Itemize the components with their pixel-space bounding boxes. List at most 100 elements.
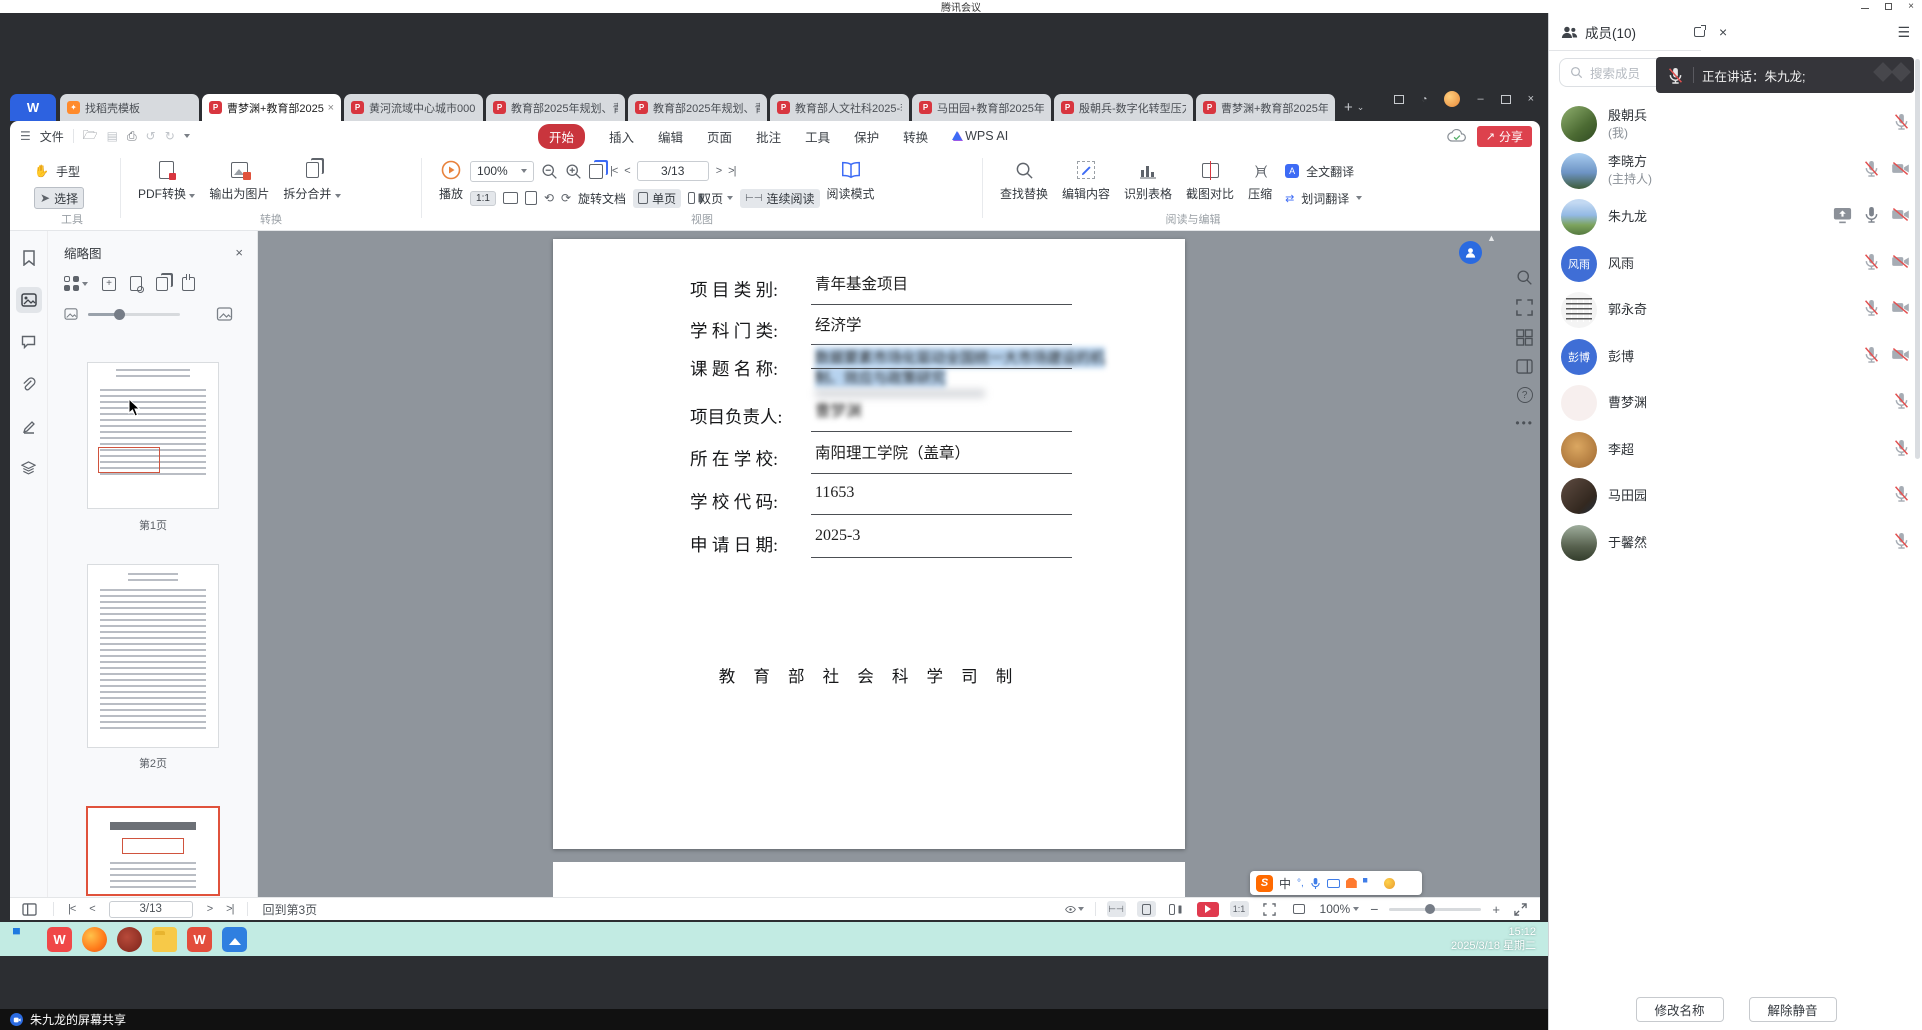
- menu-item-编辑[interactable]: 编辑: [658, 127, 683, 146]
- thumb-view-mode-icon[interactable]: [64, 276, 88, 291]
- minimize-icon[interactable]: [1861, 8, 1869, 9]
- slider-handle[interactable]: [114, 309, 125, 320]
- window-layout-icon[interactable]: [1394, 95, 1404, 104]
- zoom-minus-icon[interactable]: −: [1370, 901, 1378, 917]
- close-icon[interactable]: ×: [1908, 1, 1914, 12]
- double-page-button[interactable]: 双页: [688, 190, 733, 207]
- document-tab[interactable]: P教育部2025年规划、青: [486, 94, 625, 121]
- export-image-button[interactable]: 输出为图片: [202, 156, 276, 205]
- menu-item-插入[interactable]: 插入: [609, 127, 634, 146]
- status-prev-page-button[interactable]: <: [89, 903, 94, 915]
- first-page-button[interactable]: |<: [610, 165, 617, 177]
- member-row[interactable]: 马田园: [1549, 473, 1922, 519]
- snapshot-compare-button[interactable]: 截图对比: [1179, 156, 1241, 205]
- document-tab[interactable]: ✦找稻壳模板: [60, 94, 199, 121]
- doc-search-icon[interactable]: [1516, 269, 1533, 286]
- document-tab[interactable]: P黄河流域中心城市000.p: [344, 94, 483, 121]
- status-double-page-icon[interactable]: [1167, 901, 1186, 917]
- next-page-button[interactable]: >: [716, 165, 721, 177]
- mic-muted-icon[interactable]: [1892, 484, 1911, 508]
- status-actual-size-icon[interactable]: 1:1: [1230, 901, 1249, 917]
- taskbar-wps-office-icon[interactable]: W: [47, 927, 72, 952]
- single-page-button[interactable]: 单页: [633, 189, 681, 208]
- edit-content-button[interactable]: 编辑内容: [1055, 156, 1117, 205]
- hamburger-icon[interactable]: ☰: [20, 129, 31, 143]
- taskbar-browser-icon[interactable]: [117, 927, 142, 952]
- read-mode-button[interactable]: 阅读模式: [820, 156, 882, 205]
- page-1-thumbnail[interactable]: [88, 363, 218, 508]
- extract-page-icon[interactable]: [182, 277, 195, 291]
- panel-layout-icon[interactable]: [1516, 359, 1533, 374]
- thumb-larger-icon[interactable]: [216, 307, 233, 321]
- back-to-page-button[interactable]: 回到第3页: [262, 901, 317, 918]
- member-row[interactable]: 风雨风雨: [1549, 241, 1922, 287]
- fit-screen-icon[interactable]: [1516, 299, 1533, 316]
- camera-off-icon[interactable]: [1890, 205, 1911, 229]
- menu-item-页面[interactable]: 页面: [707, 127, 732, 146]
- thumbnail-panel-close-icon[interactable]: ×: [235, 245, 243, 260]
- member-row[interactable]: 郭永奇: [1549, 287, 1922, 333]
- document-tab[interactable]: P马田园+教育部2025年: [912, 94, 1051, 121]
- attachment-icon[interactable]: [16, 371, 42, 397]
- sogou-logo-icon[interactable]: S: [1256, 875, 1273, 892]
- status-last-page-button[interactable]: >|: [226, 903, 233, 915]
- zoom-slider[interactable]: [1389, 908, 1481, 911]
- tab-close-icon[interactable]: ×: [328, 102, 334, 114]
- rotate-right-icon[interactable]: ⟳: [561, 191, 571, 205]
- wps-logo[interactable]: W: [10, 94, 56, 121]
- select-tool-button[interactable]: ➤选择: [34, 187, 84, 209]
- status-single-page-icon[interactable]: [1137, 901, 1156, 917]
- wps-close-icon[interactable]: ×: [1528, 93, 1534, 105]
- annotate-pen-icon[interactable]: [16, 413, 42, 439]
- continuous-read-button[interactable]: ⊢⊣连续阅读: [740, 189, 819, 208]
- member-row[interactable]: 曹梦渊: [1549, 380, 1922, 426]
- document-tab[interactable]: P曹梦渊+教育部2025年: [1196, 94, 1335, 121]
- pdf-convert-button[interactable]: PDF转换: [131, 156, 202, 205]
- save-icon[interactable]: ▤: [107, 129, 118, 143]
- emoji-icon[interactable]: [1384, 878, 1395, 889]
- layers-icon[interactable]: [16, 455, 42, 481]
- menu-item-开始[interactable]: 开始: [538, 124, 585, 149]
- mic-muted-icon[interactable]: [1892, 112, 1911, 136]
- status-continuous-icon[interactable]: ⊢⊣: [1107, 901, 1126, 917]
- tab-list-chevron-icon[interactable]: ⌄: [1357, 102, 1365, 113]
- page-2-thumbnail[interactable]: [88, 565, 218, 747]
- menu-item-批注[interactable]: 批注: [756, 127, 781, 146]
- insert-page-icon[interactable]: +: [102, 277, 116, 291]
- taskbar-explorer-icon[interactable]: [152, 927, 177, 952]
- toolbox-icon[interactable]: [1363, 878, 1373, 888]
- last-page-button[interactable]: >|: [728, 165, 735, 177]
- member-row[interactable]: 彭博彭博: [1549, 334, 1922, 380]
- panel-menu-icon[interactable]: ☰: [1897, 24, 1910, 41]
- file-menu[interactable]: 文件: [40, 128, 64, 145]
- member-row[interactable]: 殷朝兵(我): [1549, 101, 1922, 147]
- bookmark-icon[interactable]: [16, 245, 42, 271]
- page-settings-icon[interactable]: [130, 276, 142, 291]
- account-avatar[interactable]: [1444, 91, 1460, 107]
- document-area[interactable]: 项 目 类 别:青年基金项目学 科 门 类:经济学课 题 名 称:数据要素市场化…: [258, 231, 1540, 897]
- translate-full-button[interactable]: A全文翻译: [1285, 160, 1362, 182]
- collaboration-badge[interactable]: [1459, 241, 1482, 264]
- member-row[interactable]: 朱九龙: [1549, 194, 1922, 240]
- document-tab[interactable]: P曹梦渊+教育部2025×: [202, 94, 341, 121]
- ribbon-page-input[interactable]: 3/13: [637, 161, 709, 181]
- document-tab[interactable]: P教育部2025年规划、青: [628, 94, 767, 121]
- camera-off-icon[interactable]: [1890, 252, 1911, 276]
- menu-item-工具[interactable]: 工具: [805, 127, 830, 146]
- document-tab[interactable]: P教育部人文社科2025-李: [770, 94, 909, 121]
- rotate-left-icon[interactable]: ⟲: [544, 191, 554, 205]
- zoom-plus-icon[interactable]: +: [1492, 902, 1500, 917]
- zoom-out-icon[interactable]: [541, 163, 558, 180]
- close-panel-icon[interactable]: ×: [1719, 24, 1727, 40]
- camera-off-icon[interactable]: [1890, 159, 1911, 183]
- unmute-button[interactable]: 解除静音: [1749, 997, 1837, 1022]
- status-fit-page-icon[interactable]: [1260, 901, 1279, 917]
- translate-word-button[interactable]: ⇄划词翻译: [1285, 187, 1362, 209]
- status-play-button[interactable]: [1197, 902, 1219, 917]
- voice-input-icon[interactable]: [1310, 877, 1321, 890]
- thumbnail-panel-icon[interactable]: [16, 287, 42, 313]
- popout-panel-icon[interactable]: [1694, 27, 1705, 37]
- zoom-slider-handle[interactable]: [1425, 904, 1435, 914]
- fullscreen-icon[interactable]: [1511, 901, 1530, 917]
- taskbar-photos-icon[interactable]: [222, 927, 247, 952]
